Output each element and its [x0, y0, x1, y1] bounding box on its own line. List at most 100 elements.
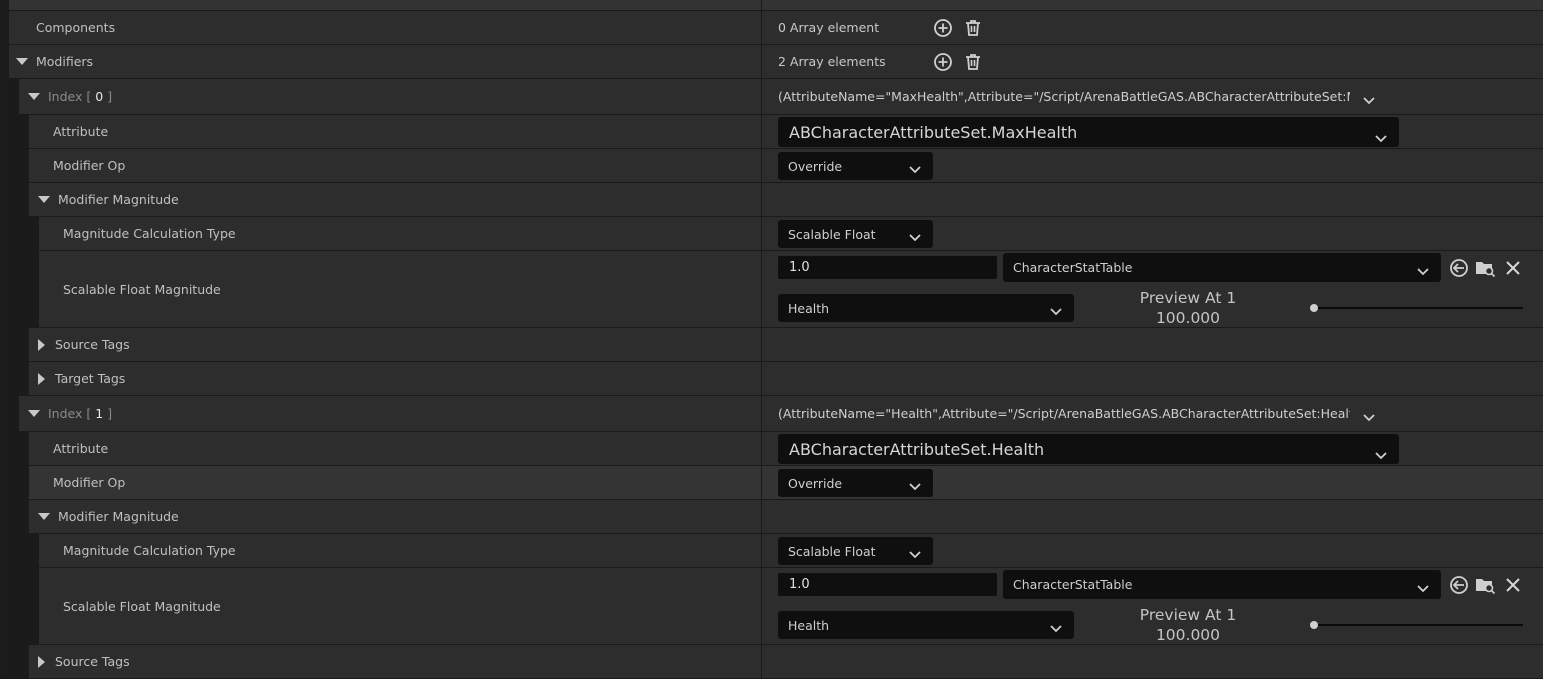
target-tags-label: Target Tags — [55, 371, 126, 386]
index-label: Index — [48, 406, 83, 421]
expand-arrow-icon[interactable] — [38, 196, 50, 203]
trash-icon[interactable] — [962, 17, 984, 39]
modifier-op-label: Modifier Op — [53, 475, 126, 490]
modifier-op-value: Override — [788, 158, 843, 174]
preview-slider[interactable] — [1312, 624, 1523, 626]
calc-type-dropdown[interactable]: Scalable Float — [778, 537, 933, 565]
preview-value: 100.000 — [1155, 309, 1221, 327]
modifier-op-row: Modifier Op Override — [0, 466, 1543, 500]
trash-icon[interactable] — [962, 51, 984, 73]
scalable-float-label: Scalable Float Magnitude — [63, 281, 221, 297]
attribute-label: Attribute — [53, 441, 109, 456]
source-tags-label: Source Tags — [55, 337, 130, 352]
chevron-down-icon[interactable] — [1363, 93, 1375, 108]
modifier-magnitude-label: Modifier Magnitude — [58, 192, 179, 207]
modifier-magnitude-label: Modifier Magnitude — [58, 509, 179, 524]
source-tags-row: Source Tags — [0, 328, 1543, 362]
preview-readout: Preview At 1 100.000 — [1108, 605, 1268, 645]
modifier-op-label: Modifier Op — [53, 158, 126, 173]
row-name-value: Health — [788, 617, 830, 633]
calc-type-dropdown[interactable]: Scalable Float — [778, 220, 933, 248]
curve-table-dropdown[interactable]: CharacterStatTable — [1003, 570, 1441, 599]
scalable-float-label: Scalable Float Magnitude — [63, 598, 221, 614]
attribute-row: Attribute ABCharacterAttributeSet.MaxHea… — [0, 115, 1543, 149]
expand-arrow-icon[interactable] — [38, 513, 50, 520]
attribute-value: ABCharacterAttributeSet.Health — [789, 439, 1045, 459]
curve-table-value: CharacterStatTable — [1013, 260, 1133, 275]
chevron-down-icon — [909, 162, 921, 177]
index-number: 1 — [95, 406, 104, 421]
attribute-label: Attribute — [53, 124, 109, 139]
curve-table-dropdown[interactable]: CharacterStatTable — [1003, 253, 1441, 282]
index-label: Index — [48, 89, 83, 104]
element-summary: (AttributeName="MaxHealth",Attribute="/S… — [778, 89, 1350, 104]
preview-slider[interactable] — [1312, 307, 1523, 309]
attribute-dropdown[interactable]: ABCharacterAttributeSet.MaxHealth — [778, 117, 1399, 147]
preview-label: Preview At 1 — [1139, 289, 1237, 307]
details-panel: Components 0 Array element Modifiers 2 A… — [0, 0, 1543, 679]
reset-to-default-icon[interactable] — [1448, 574, 1470, 596]
chevron-down-icon — [909, 547, 921, 562]
chevron-down-icon — [1375, 128, 1387, 147]
chevron-down-icon — [1417, 581, 1429, 596]
browse-asset-icon[interactable] — [1474, 574, 1496, 596]
chevron-down-icon[interactable] — [1363, 410, 1375, 425]
preview-slider-knob[interactable] — [1310, 621, 1318, 629]
category-header — [0, 0, 1543, 11]
source-tags-row: Source Tags — [0, 645, 1543, 679]
preview-readout: Preview At 1 100.000 — [1108, 288, 1268, 328]
curve-table-value: CharacterStatTable — [1013, 577, 1133, 592]
attribute-value: ABCharacterAttributeSet.MaxHealth — [789, 122, 1078, 142]
calc-type-label: Magnitude Calculation Type — [63, 543, 236, 558]
chevron-down-icon — [1375, 445, 1387, 464]
expand-arrow-icon[interactable] — [38, 372, 45, 385]
source-tags-label: Source Tags — [55, 654, 130, 669]
row-name-dropdown[interactable]: Health — [778, 294, 1074, 322]
modifier-op-row: Modifier Op Override — [0, 149, 1543, 183]
expand-arrow-icon[interactable] — [38, 338, 45, 351]
modifiers-label: Modifiers — [36, 54, 94, 69]
modifiers-count: 2 Array elements — [778, 54, 886, 69]
attribute-dropdown[interactable]: ABCharacterAttributeSet.Health — [778, 434, 1399, 464]
scalable-value-input[interactable]: 1.0 — [778, 573, 997, 596]
expand-arrow-icon[interactable] — [28, 410, 40, 417]
expand-arrow-icon[interactable] — [28, 93, 40, 100]
target-tags-row: Target Tags — [0, 362, 1543, 396]
preview-slider-knob[interactable] — [1310, 304, 1318, 312]
modifier-op-dropdown[interactable]: Override — [778, 469, 933, 497]
modifier-op-value: Override — [788, 475, 843, 491]
row-name-value: Health — [788, 300, 830, 316]
chevron-down-icon — [909, 479, 921, 494]
close-icon[interactable] — [1502, 574, 1524, 596]
row-name-dropdown[interactable]: Health — [778, 611, 1074, 639]
components-count: 0 Array element — [778, 20, 880, 35]
preview-value: 100.000 — [1155, 626, 1221, 644]
array-element-0-header: Index [ 0 ] (AttributeName="MaxHealth",A… — [0, 79, 1543, 115]
chevron-down-icon — [1050, 304, 1062, 319]
preview-label: Preview At 1 — [1139, 606, 1237, 624]
attribute-row: Attribute ABCharacterAttributeSet.Health — [0, 432, 1543, 466]
modifiers-row: Modifiers 2 Array elements — [0, 45, 1543, 79]
components-row: Components 0 Array element — [0, 11, 1543, 45]
scalable-float-row: Scalable Float Magnitude 1.0 CharacterSt… — [0, 251, 1543, 328]
expand-arrow-icon[interactable] — [16, 58, 28, 65]
reset-to-default-icon[interactable] — [1448, 257, 1470, 279]
components-label: Components — [36, 20, 116, 35]
calc-type-row: Magnitude Calculation Type Scalable Floa… — [0, 217, 1543, 251]
modifier-magnitude-row: Modifier Magnitude — [0, 183, 1543, 217]
chevron-down-icon — [1050, 621, 1062, 636]
element-summary: (AttributeName="Health",Attribute="/Scri… — [778, 406, 1350, 421]
plus-circle-icon[interactable] — [932, 17, 954, 39]
plus-circle-icon[interactable] — [932, 51, 954, 73]
calc-type-label: Magnitude Calculation Type — [63, 226, 236, 241]
index-number: 0 — [95, 89, 104, 104]
chevron-down-icon — [1417, 264, 1429, 279]
calc-type-value: Scalable Float — [788, 543, 876, 559]
browse-asset-icon[interactable] — [1474, 257, 1496, 279]
close-icon[interactable] — [1502, 257, 1524, 279]
modifier-op-dropdown[interactable]: Override — [778, 152, 933, 180]
modifier-magnitude-row: Modifier Magnitude — [0, 500, 1543, 534]
calc-type-row: Magnitude Calculation Type Scalable Floa… — [0, 534, 1543, 568]
scalable-value-input[interactable]: 1.0 — [778, 256, 997, 279]
array-element-1-header: Index [ 1 ] (AttributeName="Health",Attr… — [0, 396, 1543, 432]
